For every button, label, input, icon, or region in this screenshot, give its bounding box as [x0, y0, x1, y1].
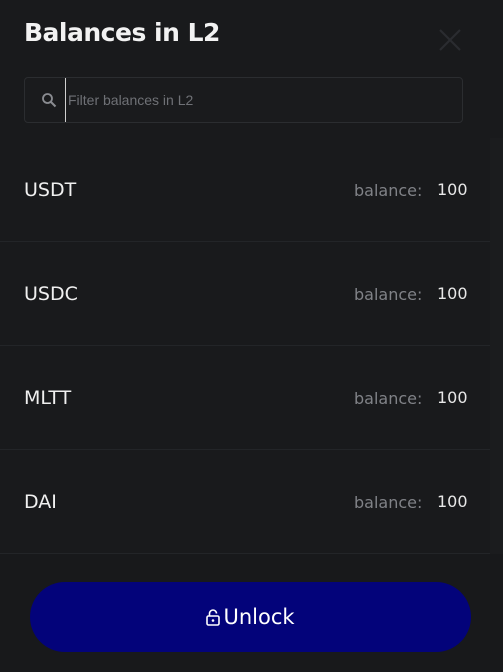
balance-label: balance: — [354, 181, 423, 200]
balance-row-usdc[interactable]: USDC balance: 100 — [0, 242, 490, 346]
balance-label: balance: — [354, 493, 423, 512]
unlock-button[interactable]: Unlock — [30, 582, 471, 652]
token-name: USDC — [24, 283, 78, 305]
dialog-title: Balances in L2 — [24, 18, 220, 47]
list-scrollbar[interactable] — [490, 138, 503, 554]
search-input[interactable] — [65, 78, 458, 122]
balance-label: balance: — [354, 389, 423, 408]
token-name: MLTT — [24, 387, 72, 409]
balances-dialog: Balances in L2 USDT balance: 100 USDC ba… — [0, 0, 503, 672]
unlock-label: Unlock — [223, 605, 295, 629]
balance-list: USDT balance: 100 USDC balance: 100 MLTT… — [0, 138, 490, 554]
balance-value: 100 — [437, 284, 468, 303]
balance-label: balance: — [354, 285, 423, 304]
token-name: DAI — [24, 491, 57, 513]
unlock-icon — [206, 608, 221, 626]
balance-value: 100 — [437, 180, 468, 199]
close-icon — [436, 26, 464, 54]
balance-value: 100 — [437, 492, 468, 511]
balance-row-usdt[interactable]: USDT balance: 100 — [0, 138, 490, 242]
balance-row-mltt[interactable]: MLTT balance: 100 — [0, 346, 490, 450]
dialog-footer: Unlock — [0, 554, 503, 672]
search-icon — [41, 92, 57, 108]
balance-row-dai[interactable]: DAI balance: 100 — [0, 450, 490, 554]
close-button[interactable] — [436, 26, 464, 54]
search-field[interactable] — [24, 77, 463, 123]
token-name: USDT — [24, 179, 77, 201]
balance-value: 100 — [437, 388, 468, 407]
